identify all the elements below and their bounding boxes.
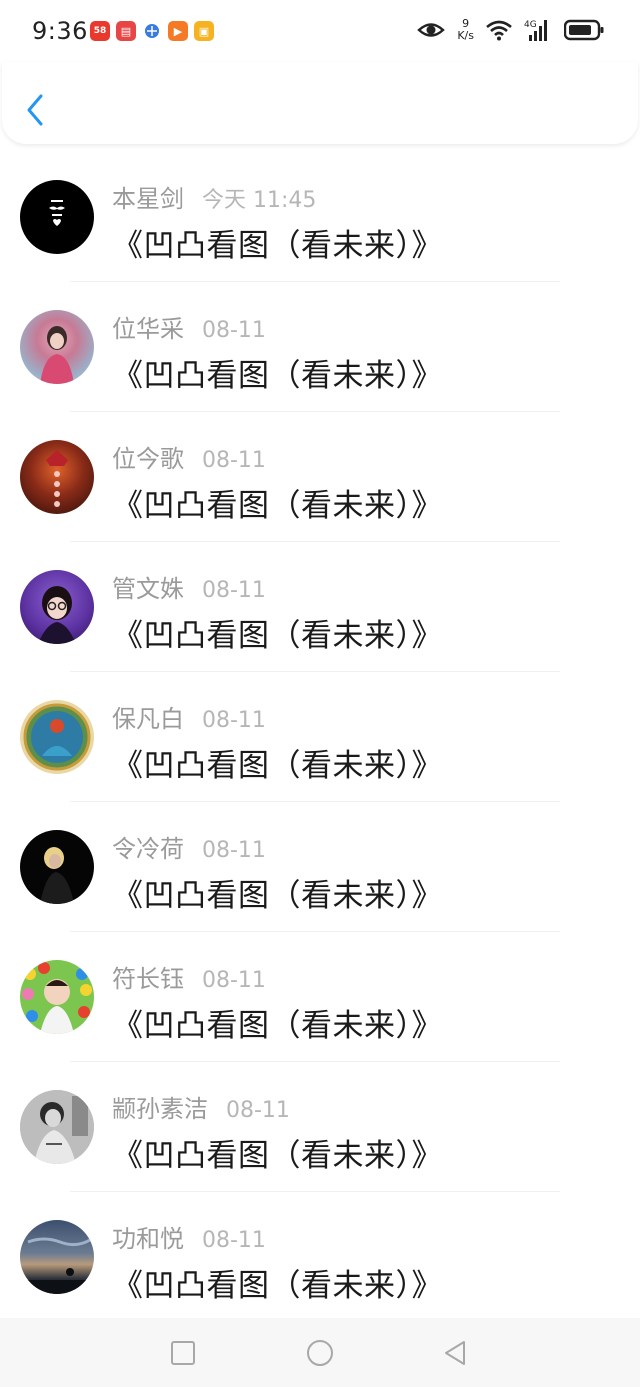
avatar[interactable] — [20, 700, 94, 774]
avatar[interactable] — [20, 1090, 94, 1164]
app-icon-4: ▶ — [168, 21, 188, 41]
message-date: 今天 11:45 — [202, 188, 317, 213]
item-meta: 保凡白 08-11 — [112, 699, 266, 734]
message-text: 《凹凸看图（看未来）》 — [112, 878, 443, 914]
message-text: 《凹凸看图（看未来）》 — [112, 1268, 443, 1304]
wifi-icon — [486, 20, 512, 41]
avatar[interactable] — [20, 830, 94, 904]
message-list: 本星剑 今天 11:45 《凹凸看图（看未来）》 位华采 08-11 《凹凸看图… — [0, 152, 640, 1322]
avatar[interactable] — [20, 310, 94, 384]
message-text: 《凹凸看图（看未来）》 — [112, 358, 443, 394]
sender-name: 保凡白 — [112, 705, 184, 733]
message-date: 08-11 — [202, 578, 266, 603]
triangle-back-icon[interactable] — [440, 1338, 470, 1368]
avatar[interactable] — [20, 960, 94, 1034]
battery-icon — [564, 19, 604, 41]
message-date: 08-11 — [202, 318, 266, 343]
sender-name: 令冷荷 — [112, 835, 184, 863]
signal-icon: 4G — [524, 20, 547, 41]
list-item[interactable]: 功和悦 08-11 《凹凸看图（看未来）》 — [0, 1192, 640, 1322]
list-item[interactable]: 位华采 08-11 《凹凸看图（看未来）》 — [0, 282, 640, 412]
system-nav-bar — [0, 1318, 640, 1387]
avatar[interactable] — [20, 570, 94, 644]
item-meta: 本星剑 今天 11:45 — [112, 179, 316, 214]
message-date: 08-11 — [202, 838, 266, 863]
message-date: 08-11 — [226, 1098, 290, 1123]
sender-name: 本星剑 — [112, 185, 184, 213]
list-item[interactable]: 本星剑 今天 11:45 《凹凸看图（看未来）》 — [0, 152, 640, 282]
item-meta: 符长钰 08-11 — [112, 959, 266, 994]
avatar[interactable] — [20, 180, 94, 254]
message-text: 《凹凸看图（看未来）》 — [112, 488, 443, 524]
eye-icon — [417, 23, 446, 37]
message-date: 08-11 — [202, 1228, 266, 1253]
circle-icon[interactable] — [305, 1338, 335, 1368]
message-text: 《凹凸看图（看未来）》 — [112, 228, 443, 264]
message-text: 《凹凸看图（看未来）》 — [112, 1008, 443, 1044]
notification-icons: 58 ▤ ▶ ▣ — [90, 21, 214, 41]
sender-name: 符长钰 — [112, 965, 184, 993]
avatar[interactable] — [20, 1220, 94, 1294]
sender-name: 管文姝 — [112, 575, 184, 603]
item-meta: 管文姝 08-11 — [112, 569, 266, 604]
app-icon-2: ▤ — [116, 21, 136, 41]
sender-name: 位今歌 — [112, 445, 184, 473]
status-indicators: 9 K/s 4G — [417, 18, 604, 42]
list-item[interactable]: 管文姝 08-11 《凹凸看图（看未来）》 — [0, 542, 640, 672]
message-date: 08-11 — [202, 708, 266, 733]
message-date: 08-11 — [202, 448, 266, 473]
list-item[interactable]: 颛孙素洁 08-11 《凹凸看图（看未来）》 — [0, 1062, 640, 1192]
item-meta: 颛孙素洁 08-11 — [112, 1089, 290, 1124]
app-icon-1: 58 — [90, 21, 110, 41]
list-item[interactable]: 令冷荷 08-11 《凹凸看图（看未来）》 — [0, 802, 640, 932]
app-icon-3 — [142, 21, 162, 41]
item-meta: 位今歌 08-11 — [112, 439, 266, 474]
status-time: 9:36 — [32, 17, 88, 45]
chevron-left-icon — [27, 94, 43, 126]
avatar[interactable] — [20, 440, 94, 514]
app-icon-5: ▣ — [194, 21, 214, 41]
message-text: 《凹凸看图（看未来）》 — [112, 1138, 443, 1174]
item-meta: 功和悦 08-11 — [112, 1219, 266, 1254]
top-header — [2, 62, 638, 144]
message-text: 《凹凸看图（看未来）》 — [112, 748, 443, 784]
square-icon[interactable] — [168, 1338, 198, 1368]
status-bar: 9:36 58 ▤ ▶ ▣ 9 K/s 4G — [0, 0, 640, 62]
back-button[interactable] — [20, 90, 50, 130]
net-speed: 9 K/s — [457, 18, 474, 42]
network-type: 4G — [524, 20, 537, 30]
sender-name: 位华采 — [112, 315, 184, 343]
sender-name: 颛孙素洁 — [112, 1095, 208, 1123]
message-date: 08-11 — [202, 968, 266, 993]
item-meta: 令冷荷 08-11 — [112, 829, 266, 864]
list-item[interactable]: 位今歌 08-11 《凹凸看图（看未来）》 — [0, 412, 640, 542]
item-meta: 位华采 08-11 — [112, 309, 266, 344]
list-item[interactable]: 符长钰 08-11 《凹凸看图（看未来）》 — [0, 932, 640, 1062]
message-text: 《凹凸看图（看未来）》 — [112, 618, 443, 654]
sender-name: 功和悦 — [112, 1225, 184, 1253]
net-speed-unit: K/s — [457, 29, 474, 42]
list-item[interactable]: 保凡白 08-11 《凹凸看图（看未来）》 — [0, 672, 640, 802]
